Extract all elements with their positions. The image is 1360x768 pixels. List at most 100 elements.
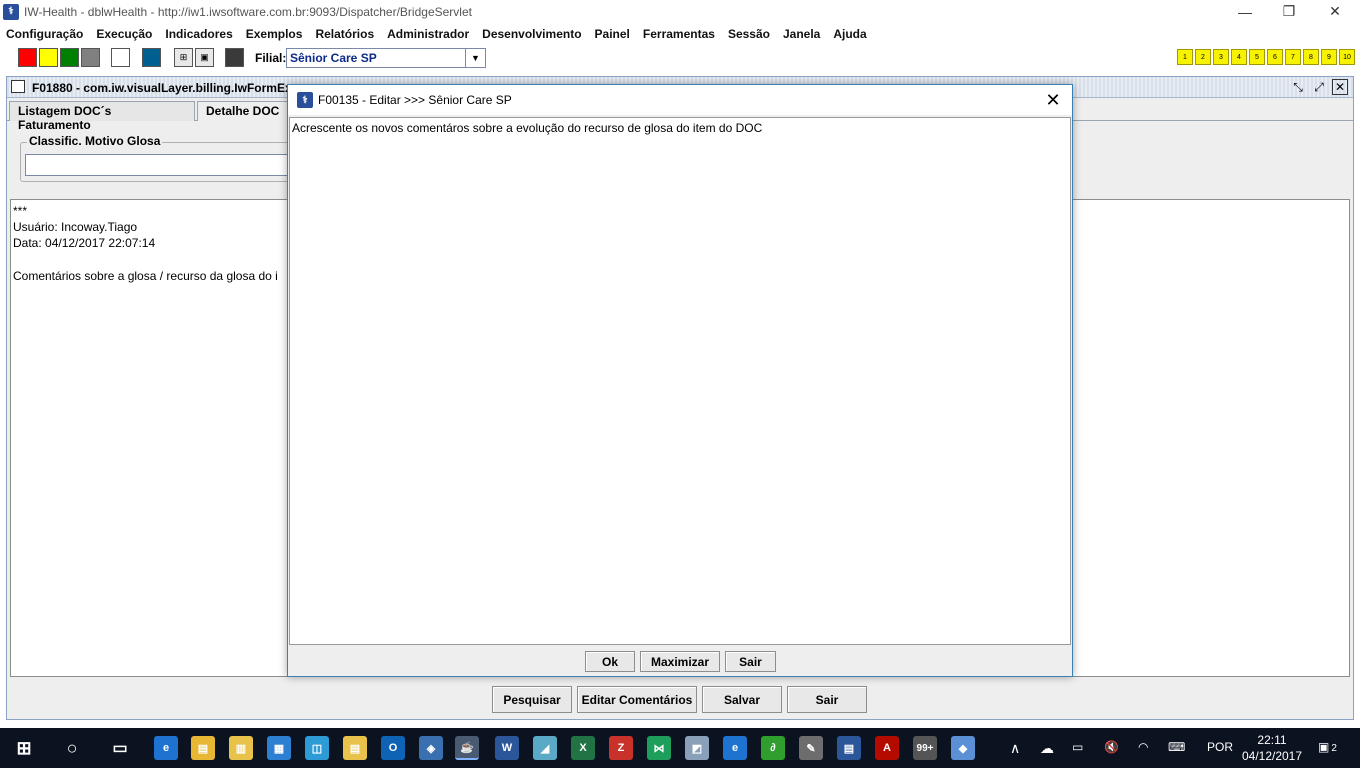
app-logo-icon: ⚕ xyxy=(3,3,19,20)
word-icon[interactable]: W xyxy=(495,736,519,760)
exit-button[interactable]: Sair xyxy=(787,686,867,713)
maximize-button[interactable]: Maximizar xyxy=(640,651,720,672)
color-swatch-white[interactable] xyxy=(111,48,130,67)
search-button[interactable]: Pesquisar xyxy=(492,686,572,713)
number-button-9[interactable]: 9 xyxy=(1321,49,1337,65)
menu-ajuda[interactable]: Ajuda xyxy=(833,27,866,41)
clock-date: 04/12/2017 xyxy=(1241,749,1303,763)
clock[interactable]: 22:11 04/12/2017 xyxy=(1240,732,1304,764)
tab-detalhe-doc[interactable]: Detalhe DOC xyxy=(197,101,297,121)
number-button-10[interactable]: 10 xyxy=(1339,49,1355,65)
wifi-icon[interactable]: ◠ xyxy=(1138,740,1148,754)
classific-motivo-glosa-field[interactable] xyxy=(25,154,305,176)
monitor-icon[interactable]: ◩ xyxy=(685,736,709,760)
documents-folder-icon[interactable]: ▤ xyxy=(343,736,367,760)
chevron-down-icon[interactable]: ▼ xyxy=(465,49,485,67)
search-icon[interactable]: ○ xyxy=(60,736,84,760)
badge-count: 99+ xyxy=(916,742,934,754)
notification-center-icon[interactable]: ▣ 2 xyxy=(1318,740,1337,754)
dialog-exit-button[interactable]: Sair xyxy=(725,651,776,672)
number-button-1[interactable]: 1 xyxy=(1177,49,1193,65)
color-swatch-yellow[interactable] xyxy=(39,48,58,67)
color-swatch-green[interactable] xyxy=(60,48,79,67)
menu-relatorios[interactable]: Relatórios xyxy=(315,27,374,41)
save-button[interactable]: Salvar xyxy=(702,686,782,713)
restore-button[interactable]: ❐ xyxy=(1266,0,1312,23)
window-title: IW-Health - dblwHealth - http://iw1.iwso… xyxy=(24,4,472,19)
close-icon[interactable]: ✕ xyxy=(1332,79,1348,95)
menu-administrador[interactable]: Administrador xyxy=(387,27,469,41)
excel-icon[interactable]: X xyxy=(571,736,595,760)
visual-studio-icon[interactable]: ⋈ xyxy=(647,736,671,760)
menu-sessao[interactable]: Sessão xyxy=(728,27,770,41)
windows-icon[interactable]: ▣ xyxy=(195,48,214,67)
dialog-close-icon[interactable]: ✕ xyxy=(1042,89,1064,111)
language-indicator[interactable]: POR xyxy=(1207,740,1233,754)
menu-execucao[interactable]: Execução xyxy=(96,27,152,41)
number-button-2[interactable]: 2 xyxy=(1195,49,1211,65)
mail-badge-icon[interactable]: 99+ xyxy=(913,736,937,760)
menu-configuracao[interactable]: Configuração xyxy=(6,27,83,41)
internal-frame-title: F01880 - com.iw.visualLayer.billing.IwFo… xyxy=(32,81,292,95)
file-explorer-icon[interactable]: ▤ xyxy=(191,736,215,760)
window-titlebar: ⚕ IW-Health - dblwHealth - http://iw1.iw… xyxy=(0,0,1360,23)
menu-ferramentas[interactable]: Ferramentas xyxy=(643,27,715,41)
folder-icon[interactable]: ▥ xyxy=(229,736,253,760)
task-view-icon[interactable]: ▭ xyxy=(108,736,132,760)
color-swatch-dark[interactable] xyxy=(225,48,244,67)
minimize-button[interactable]: — xyxy=(1222,0,1268,23)
tree-view-icon[interactable]: ⊞ xyxy=(174,48,193,67)
classific-motivo-glosa-label: Classific. Motivo Glosa xyxy=(27,134,163,148)
outlook-icon[interactable]: O xyxy=(381,736,405,760)
volume-muted-icon[interactable]: 🔇 xyxy=(1104,740,1119,754)
ok-button[interactable]: Ok xyxy=(585,651,635,672)
filezilla-icon[interactable]: Z xyxy=(609,736,633,760)
menu-painel[interactable]: Painel xyxy=(595,27,630,41)
number-button-4[interactable]: 4 xyxy=(1231,49,1247,65)
menu-desenvolvimento[interactable]: Desenvolvimento xyxy=(482,27,581,41)
color-swatch-red[interactable] xyxy=(18,48,37,67)
cube-icon[interactable]: ◆ xyxy=(951,736,975,760)
java-icon[interactable]: ☕ xyxy=(455,736,479,760)
remote-desktop-icon[interactable]: ▦ xyxy=(267,736,291,760)
number-button-7[interactable]: 7 xyxy=(1285,49,1301,65)
filial-select[interactable]: Sênior Care SP ▼ xyxy=(286,48,486,68)
number-button-6[interactable]: 6 xyxy=(1267,49,1283,65)
close-window-button[interactable]: ✕ xyxy=(1312,0,1358,23)
number-button-3[interactable]: 3 xyxy=(1213,49,1229,65)
dialog-text: Acrescente os novos comentáros sobre a e… xyxy=(292,121,763,135)
color-swatch-gray[interactable] xyxy=(81,48,100,67)
battery-icon[interactable]: ▭ xyxy=(1072,740,1083,754)
edit-comments-button[interactable]: Editar Comentários xyxy=(577,686,697,713)
number-button-8[interactable]: 8 xyxy=(1303,49,1319,65)
onedrive-icon[interactable]: ☁ xyxy=(1040,740,1054,757)
taskbar: ⊞ ○ ▭ e ▤ ▥ ▦ ◫ ▤ O ◈ ☕ W ◢ X Z ⋈ ◩ e ∂ … xyxy=(0,728,1360,768)
iconify-icon[interactable]: ⤡ xyxy=(1290,79,1306,95)
app-logo-icon: ⚕ xyxy=(297,92,313,108)
filial-label: Filial: xyxy=(255,51,287,65)
virtualbox-icon[interactable]: ◈ xyxy=(419,736,443,760)
windows-start-icon[interactable]: ⊞ xyxy=(12,736,36,760)
number-button-5[interactable]: 5 xyxy=(1249,49,1265,65)
keyboard-icon[interactable]: ⌨ xyxy=(1168,740,1185,754)
dialog-titlebar[interactable]: ⚕ F00135 - Editar >>> Sênior Care SP ✕ xyxy=(288,85,1072,115)
internet-explorer-icon[interactable]: e xyxy=(723,736,747,760)
app-green-icon[interactable]: ∂ xyxy=(761,736,785,760)
menu-bar: Configuração Execução Indicadores Exempl… xyxy=(0,23,1360,45)
color-swatch-blue[interactable] xyxy=(142,48,161,67)
menu-exemplos[interactable]: Exemplos xyxy=(246,27,303,41)
tool-icon[interactable]: ✎ xyxy=(799,736,823,760)
document-icon[interactable]: ▤ xyxy=(837,736,861,760)
edge-icon[interactable]: e xyxy=(154,736,178,760)
menu-janela[interactable]: Janela xyxy=(783,27,820,41)
menu-indicadores[interactable]: Indicadores xyxy=(165,27,232,41)
acrobat-icon[interactable]: A xyxy=(875,736,899,760)
network-icon[interactable]: ◫ xyxy=(305,736,329,760)
maximize-icon[interactable]: ⤢ xyxy=(1311,79,1327,95)
classific-motivo-glosa-group: Classific. Motivo Glosa xyxy=(20,134,310,182)
clock-time: 22:11 xyxy=(1257,733,1287,747)
tab-listagem-docs[interactable]: Listagem DOC´s Faturamento xyxy=(9,101,195,132)
dialog-textarea[interactable]: Acrescente os novos comentáros sobre a e… xyxy=(289,117,1071,645)
chevron-up-icon[interactable]: ∧ xyxy=(1010,740,1020,757)
app-icon[interactable]: ◢ xyxy=(533,736,557,760)
